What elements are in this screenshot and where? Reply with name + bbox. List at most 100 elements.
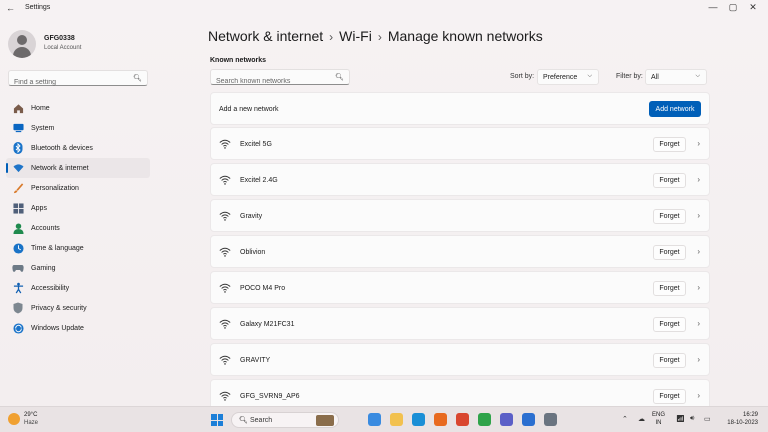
wifi-icon xyxy=(219,175,231,185)
edge-icon[interactable] xyxy=(412,413,425,426)
chevron-right-icon[interactable]: › xyxy=(697,391,700,400)
wifi-icon xyxy=(219,355,231,365)
chevron-right-icon[interactable]: › xyxy=(697,283,700,292)
back-arrow-icon[interactable]: ← xyxy=(6,3,15,13)
network-name: POCO M4 Pro xyxy=(240,285,286,292)
language-indicator[interactable]: ENG IN xyxy=(652,411,665,427)
language-region: IN xyxy=(655,420,662,426)
apps-icon xyxy=(12,202,24,214)
network-row[interactable]: GRAVITY Forget › xyxy=(210,343,710,376)
search-highlight-image xyxy=(316,415,334,426)
chevron-right-icon[interactable]: › xyxy=(697,139,700,148)
network-row[interactable]: Gravity Forget › xyxy=(210,199,710,232)
known-networks-search-box: 🔍︎ xyxy=(210,69,350,89)
forget-button[interactable]: Forget xyxy=(653,245,686,260)
sidebar-item-windows-update[interactable]: Windows Update xyxy=(6,318,150,338)
accessibility-icon xyxy=(12,282,24,294)
search-known-networks-input[interactable] xyxy=(211,74,329,89)
system-icon xyxy=(12,122,24,134)
update-icon xyxy=(12,322,24,334)
network-row[interactable]: GFG_SVRN9_AP6 Forget › xyxy=(210,379,710,406)
chevron-right-icon[interactable]: › xyxy=(697,355,700,364)
find-setting-box: 🔍︎ xyxy=(8,70,148,90)
account-type: Local Account xyxy=(44,45,82,51)
network-row[interactable]: Galaxy M21FC31 Forget › xyxy=(210,307,710,340)
weather-icon xyxy=(8,413,20,425)
settings-icon[interactable] xyxy=(544,413,557,426)
filter-by-dropdown[interactable]: All ⌵ xyxy=(645,69,707,85)
wifi-icon xyxy=(219,319,231,329)
volume-icon[interactable]: 🔊︎ xyxy=(690,415,694,423)
forget-button[interactable]: Forget xyxy=(653,281,686,296)
forget-button[interactable]: Forget xyxy=(653,389,686,404)
sidebar-nav: Home System Bluetooth & devices Network … xyxy=(6,98,150,338)
sidebar-item-network[interactable]: Network & internet xyxy=(6,158,150,178)
sidebar-item-label: Gaming xyxy=(31,264,56,272)
chevron-right-icon[interactable]: › xyxy=(697,211,700,220)
sidebar-item-time-language[interactable]: Time & language xyxy=(6,238,150,258)
teams-icon[interactable] xyxy=(500,413,513,426)
chevron-right-icon[interactable]: › xyxy=(697,247,700,256)
copilot-icon[interactable] xyxy=(368,413,381,426)
taskbar: 29°C Haze 🔍︎ Search ⌃ ☁ ENG IN 📶︎ 🔊︎ ▭ 1… xyxy=(0,406,768,432)
breadcrumb-wifi[interactable]: Wi-Fi xyxy=(339,28,372,44)
sidebar-item-apps[interactable]: Apps xyxy=(6,198,150,218)
wifi-icon xyxy=(219,283,231,293)
network-row[interactable]: Excitel 2.4G Forget › xyxy=(210,163,710,196)
filter-by-label: Filter by: xyxy=(616,73,643,80)
battery-icon[interactable]: ▭ xyxy=(704,415,711,423)
sort-by-dropdown[interactable]: Preference ⌵ xyxy=(537,69,599,85)
network-name: Excitel 5G xyxy=(240,141,272,148)
file-explorer-icon[interactable] xyxy=(390,413,403,426)
sidebar-item-label: Apps xyxy=(31,204,47,212)
home-icon xyxy=(12,102,24,114)
sidebar-item-personalization[interactable]: Personalization xyxy=(6,178,150,198)
chevron-right-icon[interactable]: › xyxy=(697,175,700,184)
sidebar-item-label: Accessibility xyxy=(31,284,70,292)
sidebar-item-label: System xyxy=(31,124,55,132)
cloud-icon[interactable]: ☁ xyxy=(638,415,645,423)
taskbar-search[interactable]: 🔍︎ Search xyxy=(231,412,339,428)
search-icon[interactable]: 🔍︎ xyxy=(133,74,142,82)
network-row[interactable]: Excitel 5G Forget › xyxy=(210,127,710,160)
bluetooth-icon xyxy=(12,142,24,154)
sidebar-item-privacy[interactable]: Privacy & security xyxy=(6,298,150,318)
sidebar-item-home[interactable]: Home xyxy=(6,98,150,118)
forget-button[interactable]: Forget xyxy=(653,209,686,224)
network-row[interactable]: Oblivion Forget › xyxy=(210,235,710,268)
main-content: Network & internet › Wi-Fi › Manage known ne… xyxy=(208,18,710,406)
sidebar-item-accounts[interactable]: Accounts xyxy=(6,218,150,238)
add-network-button[interactable]: Add network xyxy=(649,101,701,117)
network-name: Gravity xyxy=(240,213,263,220)
sidebar-item-bluetooth[interactable]: Bluetooth & devices xyxy=(6,138,150,158)
firefox-icon[interactable] xyxy=(434,413,447,426)
maximize-button[interactable]: ▢ xyxy=(723,2,743,13)
forget-button[interactable]: Forget xyxy=(653,137,686,152)
search-icon[interactable]: 🔍︎ xyxy=(335,73,344,81)
forget-button[interactable]: Forget xyxy=(653,173,686,188)
sidebar-item-system[interactable]: System xyxy=(6,118,150,138)
clock[interactable]: 16:29 18-10-2023 xyxy=(716,411,758,427)
chevron-right-icon[interactable]: › xyxy=(697,319,700,328)
office-icon[interactable] xyxy=(456,413,469,426)
breadcrumb-network-internet[interactable]: Network & internet xyxy=(208,28,323,44)
network-row[interactable]: POCO M4 Pro Forget › xyxy=(210,271,710,304)
forget-button[interactable]: Forget xyxy=(653,353,686,368)
wifi-icon xyxy=(219,139,231,149)
start-button[interactable] xyxy=(211,414,223,426)
find-setting-input[interactable] xyxy=(9,75,127,90)
sidebar-item-gaming[interactable]: Gaming xyxy=(6,258,150,278)
sidebar-item-accessibility[interactable]: Accessibility xyxy=(6,278,150,298)
store-icon[interactable] xyxy=(522,413,535,426)
forget-button[interactable]: Forget xyxy=(653,317,686,332)
chrome-icon[interactable] xyxy=(478,413,491,426)
close-button[interactable]: ✕ xyxy=(743,2,763,13)
sidebar-item-label: Personalization xyxy=(31,184,79,192)
accounts-icon xyxy=(12,222,24,234)
chevron-up-icon[interactable]: ⌃ xyxy=(622,415,628,423)
avatar xyxy=(8,30,36,58)
minimize-button[interactable]: — xyxy=(703,2,723,12)
wifi-icon[interactable]: 📶︎ xyxy=(676,415,685,423)
language-code: ENG xyxy=(652,412,666,418)
weather-temperature: 29°C xyxy=(24,412,38,418)
